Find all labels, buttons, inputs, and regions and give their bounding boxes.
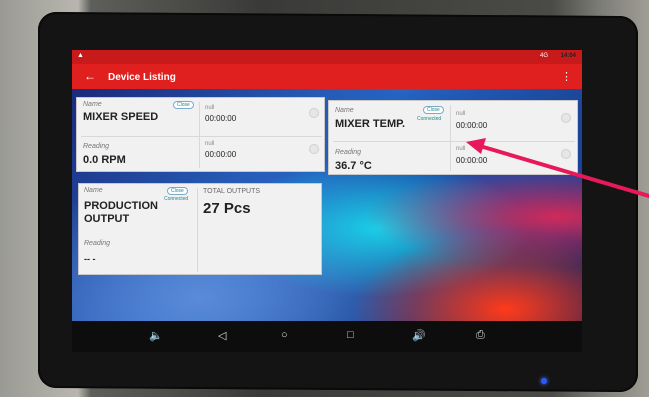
- annotation-arrow-head: [466, 138, 486, 154]
- power-led: [541, 378, 547, 384]
- annotation-arrow: [466, 138, 649, 198]
- annotation-arrow-shaft: [478, 144, 649, 198]
